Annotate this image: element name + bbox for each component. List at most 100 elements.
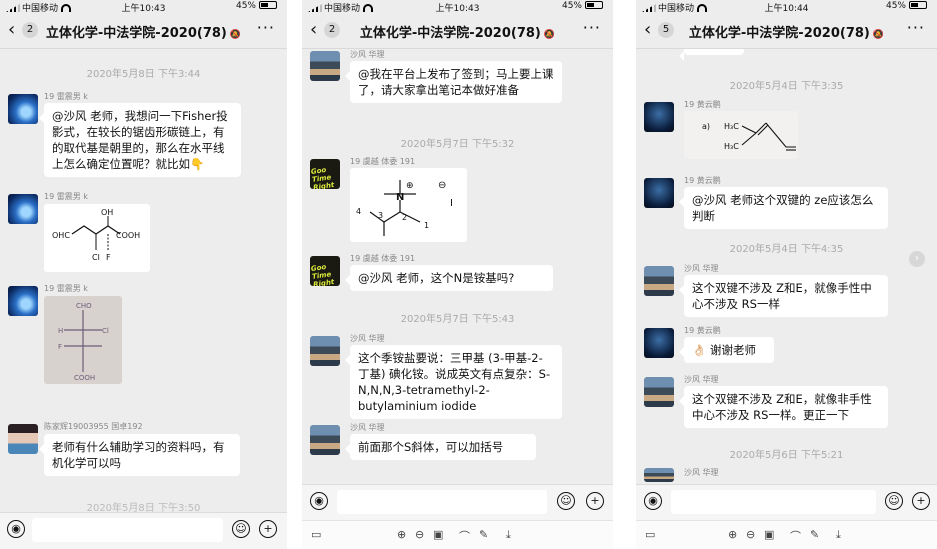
zoom-in-icon[interactable]: ⊕: [397, 528, 406, 541]
label-h3c-top: H₃C: [724, 122, 739, 131]
message-bubble[interactable]: 这个双键不涉及 Z和E，就像非手性中心不涉及 RS一样。更正一下: [679, 386, 888, 428]
message-input[interactable]: [337, 490, 547, 514]
plus-icon[interactable]: +: [259, 520, 277, 538]
sender-name: 沙风 华理: [350, 334, 385, 343]
zoom-out-icon[interactable]: ⊖: [415, 528, 424, 541]
avatar[interactable]: [310, 336, 340, 366]
avatar[interactable]: [644, 178, 674, 208]
battery-icon: [585, 1, 603, 9]
scroll-arrow-icon[interactable]: ›: [909, 251, 925, 267]
input-bar: ◉ ☺ +: [0, 512, 287, 549]
more-icon[interactable]: ···: [907, 18, 925, 37]
sender-name: 19 黄云鹏: [684, 326, 721, 335]
avatar[interactable]: [644, 328, 674, 358]
message-list[interactable]: 沙风 华理 @我在平台上发布了签到；马上要上课了，请大家拿出笔记本做好准备 20…: [302, 49, 613, 485]
plus-icon[interactable]: +: [912, 492, 930, 510]
fit-page-icon[interactable]: ▣: [764, 528, 774, 541]
message-input[interactable]: [671, 490, 876, 514]
viewer-toolbar: ▭ ⊕ ⊖ ▣ ⌒ ✎ ⤓: [302, 520, 613, 549]
avatar[interactable]: [644, 266, 674, 296]
status-bar: 中国移动 上午10:44 45%: [636, 0, 937, 14]
sidebar-toggle-icon[interactable]: ▭: [311, 528, 321, 541]
timestamp: 2020年5月7日 下午5:43: [400, 314, 515, 325]
message-bubble[interactable]: 老师有什么辅助学习的资料吗，有机化学可以吗: [39, 434, 240, 476]
more-icon[interactable]: ···: [583, 18, 601, 37]
avatar[interactable]: [8, 194, 38, 224]
label-h: H: [58, 327, 63, 335]
avatar[interactable]: [8, 424, 38, 454]
viewer-toolbar: ▭ ⊕ ⊖ ▣ ⌒ ✎ ⤓: [636, 520, 937, 549]
image-message-structure[interactable]: N ⊕ ⊖ I 1 2 3 4: [350, 168, 467, 242]
label-c2: 2: [402, 213, 407, 222]
zoom-out-icon[interactable]: ⊖: [746, 528, 755, 541]
avatar[interactable]: [310, 425, 340, 455]
label-minus: ⊖: [438, 180, 446, 191]
download-icon[interactable]: ⤓: [506, 528, 511, 542]
battery-icon: [909, 1, 927, 9]
message-list[interactable]: 2020年5月4日 下午3:35 19 黄云鹏 a) H₃C H₃C 19 黄云…: [636, 49, 937, 485]
image-message-structure[interactable]: OH OHC COOH Cl F: [44, 204, 150, 272]
chat-title: 立体化学-中法学院-2020(78): [688, 26, 870, 41]
avatar[interactable]: [8, 286, 38, 316]
label-cho: CHO: [76, 302, 92, 310]
chat-header: ‹ 5 立体化学-中法学院-2020(78) 🔕 ···: [636, 14, 937, 49]
emoji-icon[interactable]: ☺: [557, 492, 575, 510]
message-bubble[interactable]: @沙风 老师这个双键的 ze应该怎么判断: [679, 187, 888, 229]
message-bubble[interactable]: 这个双键不涉及 Z和E，就像手性中心不涉及 RS一样: [679, 275, 888, 317]
zoom-in-icon[interactable]: ⊕: [728, 528, 737, 541]
fit-page-icon[interactable]: ▣: [433, 528, 443, 541]
message-bubble[interactable]: @沙风 老师，我想问一下Fisher投影式，在较长的锯齿形碳链上，有的取代基是朝…: [39, 103, 241, 177]
label-oh: OH: [101, 208, 113, 217]
emoji-icon[interactable]: ☺: [885, 492, 903, 510]
pen-icon[interactable]: ✎: [479, 528, 488, 541]
label-iodide: I: [450, 198, 453, 209]
avatar[interactable]: [8, 94, 38, 124]
avatar[interactable]: Goo Time Right: [310, 256, 340, 286]
mute-icon: 🔕: [872, 30, 885, 40]
avatar[interactable]: [644, 468, 674, 482]
draw-icon[interactable]: ⌒: [459, 528, 470, 544]
fischer-structure-image: OH OHC COOH Cl F: [52, 208, 140, 262]
message-list[interactable]: 2020年5月8日 下午3:44 19 雷震男 k @沙风 老师，我想问一下Fi…: [0, 49, 287, 513]
battery-percent: 45%: [561, 1, 582, 11]
message-bubble-cut[interactable]: [679, 49, 744, 61]
label-plus: ⊕: [406, 181, 414, 191]
voice-icon[interactable]: ◉: [7, 520, 25, 538]
image-message-structure[interactable]: a) H₃C H₃C: [684, 111, 798, 159]
message-bubble[interactable]: 👌🏻 谢谢老师: [679, 337, 774, 363]
timestamp: 2020年5月8日 下午3:50: [86, 503, 201, 513]
label-f: F: [106, 253, 111, 262]
download-icon[interactable]: ⤓: [836, 528, 841, 542]
voice-icon[interactable]: ◉: [310, 492, 328, 510]
mute-icon: 🔕: [543, 30, 556, 40]
handwritten-fischer-image: CHO H Cl F COOH: [58, 302, 109, 382]
draw-icon[interactable]: ⌒: [790, 528, 801, 544]
label-n: N: [396, 192, 404, 203]
more-icon[interactable]: ···: [257, 18, 275, 37]
avatar[interactable]: [644, 377, 674, 407]
message-bubble[interactable]: 前面那个S斜体，可以加括号: [345, 434, 536, 460]
pen-icon[interactable]: ✎: [810, 528, 819, 541]
sidebar-toggle-icon[interactable]: ▭: [645, 528, 655, 541]
message-input[interactable]: [32, 518, 223, 542]
label-ohc: OHC: [52, 231, 70, 240]
avatar[interactable]: Goo Time Right: [310, 159, 340, 189]
status-bar: 中国移动 上午10:43 45%: [302, 0, 613, 14]
avatar[interactable]: [310, 51, 340, 81]
plus-icon[interactable]: +: [586, 492, 604, 510]
image-message-photo[interactable]: CHO H Cl F COOH: [44, 296, 122, 384]
message-bubble[interactable]: @我在平台上发布了签到；马上要上课了，请大家拿出笔记本做好准备: [345, 61, 562, 103]
battery-icon: [259, 1, 277, 9]
input-bar: ◉ ☺ +: [302, 484, 613, 521]
chat-screen-2: 中国移动 上午10:43 45% ‹ 2 立体化学-中法学院-2020(78) 🔕…: [302, 0, 613, 549]
battery-percent: 45%: [235, 1, 256, 11]
timestamp: 2020年5月6日 下午5:21: [729, 450, 844, 461]
voice-icon[interactable]: ◉: [644, 492, 662, 510]
timestamp: 2020年5月7日 下午5:32: [400, 139, 515, 150]
avatar[interactable]: [644, 102, 674, 132]
emoji-icon[interactable]: ☺: [232, 520, 250, 538]
sender-name: 19 虞越 体委 191: [350, 254, 416, 263]
label-cl: Cl: [92, 253, 100, 262]
message-bubble[interactable]: 这个季铵盐要说：三甲基 (3-甲基-2-丁基) 碘化铵。说成英文有点复杂：S-N…: [345, 345, 562, 419]
message-bubble[interactable]: @沙风 老师，这个N是铵基吗?: [345, 265, 553, 291]
